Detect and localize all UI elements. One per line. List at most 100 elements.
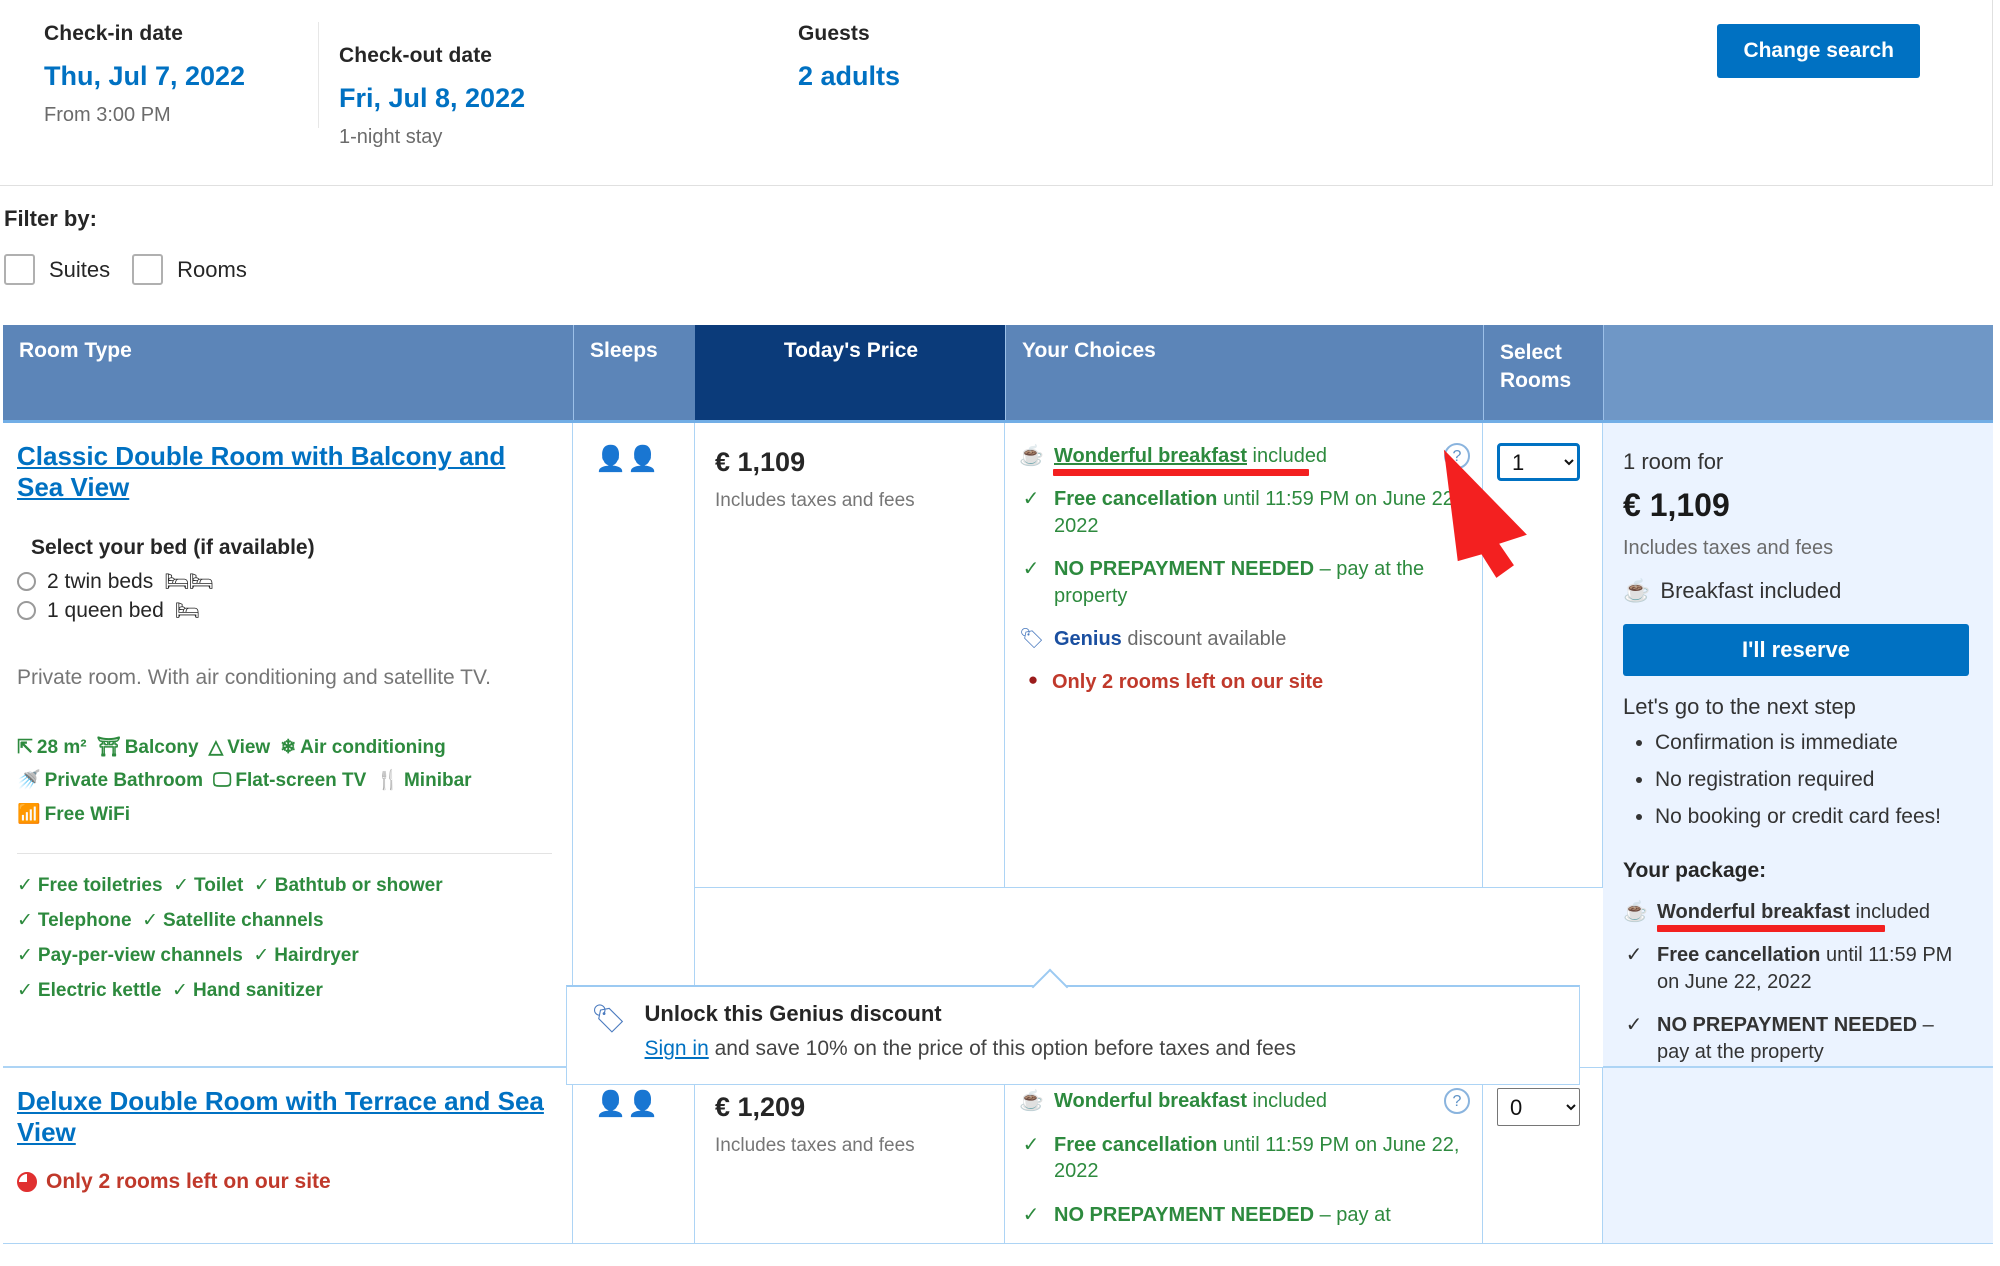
room-name-link[interactable]: Classic Double Room with Balcony and Sea… <box>17 441 552 502</box>
genius-promo-subtitle: Sign in and save 10% on the price of thi… <box>645 1037 1296 1061</box>
amenity-line: ✓ Free toiletries ✓ Toilet ✓ Bathtub or sho… <box>17 868 552 903</box>
bed-selection-title: Select your bed (if available) <box>31 536 315 560</box>
amenity-label: Pay-per-view channels <box>37 945 243 967</box>
radio-icon[interactable] <box>17 601 36 621</box>
balcony-icon: ⛩ <box>96 737 121 759</box>
bed-option-twin[interactable]: 2 twin beds 🛏🛏 <box>17 569 552 594</box>
checkbox-icon[interactable] <box>132 254 164 285</box>
facility-label: Minibar <box>403 770 472 792</box>
checkbox-icon[interactable] <box>4 254 35 285</box>
select-rooms-dropdown[interactable]: 012 <box>1497 443 1580 481</box>
check-icon: ✓ <box>17 945 33 967</box>
bed-option-label: 1 queen bed <box>47 598 164 622</box>
filter-title: Filter by: <box>4 206 97 231</box>
package-item-text: NO PREPAYMENT NEEDED – pay at the proper… <box>1657 1012 1969 1066</box>
choice-text: Free cancellation until 11:59 PM on June… <box>1054 1132 1468 1185</box>
room-amenities: ✓ Free toiletries ✓ Toilet ✓ Bathtub or sho… <box>17 868 552 1009</box>
facility-label: View <box>227 737 271 759</box>
amenity-label: Free toiletries <box>37 874 163 896</box>
check-icon: ✓ <box>166 980 188 1002</box>
package-item-cancellation: ✓ Free cancellation until 11:59 PM on Ju… <box>1623 942 1969 996</box>
guests-value[interactable]: 2 adults <box>798 61 1358 92</box>
choice-text: NO PREPAYMENT NEEDED – pay at the proper… <box>1054 556 1468 609</box>
list-item: No registration required <box>1655 765 1969 795</box>
facility-label: Free WiFi <box>44 803 131 825</box>
facility-label: Balcony <box>124 737 199 759</box>
annotation-underline <box>1053 469 1309 476</box>
choice-rest: – pay at <box>1314 1203 1391 1226</box>
bed-option-queen[interactable]: 1 queen bed 🛏 <box>17 598 552 623</box>
two-beds-icon: 🛏🛏 <box>164 571 214 594</box>
choice-text: NO PREPAYMENT NEEDED – pay at <box>1054 1202 1391 1228</box>
sleeps-cell: 👤👤 <box>573 1068 695 1245</box>
package-item-breakfast: ☕ Wonderful breakfast included <box>1623 899 1969 933</box>
check-icon: ✓ <box>17 980 33 1002</box>
header-room-type: Room Type <box>3 325 573 420</box>
facility-label: Flat-screen TV <box>235 770 367 792</box>
choice-bold: NO PREPAYMENT NEEDED <box>1054 1203 1315 1226</box>
change-search-button[interactable]: Change search <box>1717 24 1920 78</box>
filter-checkbox-rooms[interactable]: Rooms <box>132 254 247 285</box>
filter-label-suites: Suites <box>49 256 111 282</box>
divider <box>17 852 552 854</box>
guests-block: Guests 2 adults <box>798 0 1358 92</box>
amenity-label: Toilet <box>194 874 244 896</box>
sign-in-link[interactable]: Sign in <box>645 1037 709 1060</box>
wifi-icon: 📶 <box>17 803 41 825</box>
checkout-date[interactable]: Fri, Jul 8, 2022 <box>339 83 798 114</box>
table-row: Deluxe Double Room with Terrace and Sea … <box>3 1067 1993 1245</box>
package-item-prepayment: ✓ NO PREPAYMENT NEEDED – pay at the prop… <box>1623 1012 1969 1066</box>
price-cell: € 1,109 Includes taxes and fees <box>695 423 1005 888</box>
reserve-panel-continued <box>1603 1068 1993 1245</box>
price-cell: € 1,209 Includes taxes and fees <box>695 1068 1005 1245</box>
reserve-breakfast-line: ☕ Breakfast included <box>1623 578 1969 604</box>
check-icon: ✓ <box>1022 488 1040 511</box>
reserve-button[interactable]: I'll reserve <box>1623 624 1969 676</box>
choice-rest: Only 2 rooms left on our site <box>1052 671 1324 694</box>
radio-icon[interactable] <box>17 572 36 592</box>
choice-bold: Free cancellation <box>1054 1133 1218 1156</box>
reserve-breakfast-label: Breakfast included <box>1660 578 1842 603</box>
breakfast-cup-icon: ☕ <box>1623 901 1648 924</box>
facility-label: 28 m² <box>36 737 87 759</box>
select-rooms-dropdown[interactable]: 012 <box>1497 1088 1580 1127</box>
package-item-rest: included <box>1850 901 1931 924</box>
list-item: Confirmation is immediate <box>1655 728 1969 758</box>
choice-no-prepayment: ✓ NO PREPAYMENT NEEDED – pay at the prop… <box>1019 556 1468 609</box>
amenity-label: Bathtub or shower <box>274 874 443 896</box>
amenity-label: Electric kettle <box>37 980 162 1002</box>
sleeps-cell: 👤👤 <box>573 423 695 1068</box>
stay-length: 1-night stay <box>339 126 443 148</box>
choice-bold: NO PREPAYMENT NEEDED <box>1054 558 1315 581</box>
choice-text: Free cancellation until 11:59 PM on June… <box>1054 486 1468 539</box>
reserve-price-note: Includes taxes and fees <box>1623 537 1834 559</box>
check-icon: ✓ <box>1022 1203 1040 1226</box>
filter-checkbox-suites[interactable]: Suites <box>4 254 110 285</box>
choice-free-cancellation: ✓ Free cancellation until 11:59 PM on Ju… <box>1019 486 1468 539</box>
view-icon: △ <box>208 737 224 759</box>
package-item-bold: Free cancellation <box>1657 944 1821 967</box>
choice-genius-discount: 🏷 Genius discount available <box>1019 626 1468 652</box>
choice-no-prepayment: ✓ NO PREPAYMENT NEEDED – pay at <box>1019 1202 1468 1228</box>
choice-scarcity: ● Only 2 rooms left on our site <box>1019 669 1468 695</box>
tv-icon: 🖵 <box>213 770 232 792</box>
room-type-cell: Classic Double Room with Balcony and Sea… <box>3 423 573 1068</box>
check-icon: ✓ <box>1022 1133 1040 1156</box>
filter-label-rooms: Rooms <box>177 256 247 282</box>
package-item-bold: Wonderful breakfast <box>1657 901 1850 924</box>
amenity-line: ✓ Pay-per-view channels ✓ Hairdryer <box>17 938 552 973</box>
price-note: Includes taxes and fees <box>715 490 915 511</box>
checkin-date[interactable]: Thu, Jul 7, 2022 <box>44 61 318 92</box>
filter-options: Suites Rooms <box>0 254 2000 285</box>
choice-rest: included <box>1247 445 1328 467</box>
select-rooms-cell: 012 <box>1483 423 1603 888</box>
guest-person-icon: 👤👤 <box>595 1090 660 1119</box>
room-description: Private room. With air conditioning and … <box>17 666 491 690</box>
amenity-label: Hand sanitizer <box>192 980 323 1002</box>
room-name-link[interactable]: Deluxe Double Room with Terrace and Sea … <box>17 1086 552 1147</box>
genius-promo-rest: and save 10% on the price of this option… <box>708 1037 1296 1060</box>
price-note: Includes taxes and fees <box>715 1135 915 1157</box>
checkin-time: From 3:00 PM <box>44 104 171 126</box>
check-icon: ✓ <box>248 874 270 896</box>
bullet-icon: ● <box>1027 670 1039 690</box>
